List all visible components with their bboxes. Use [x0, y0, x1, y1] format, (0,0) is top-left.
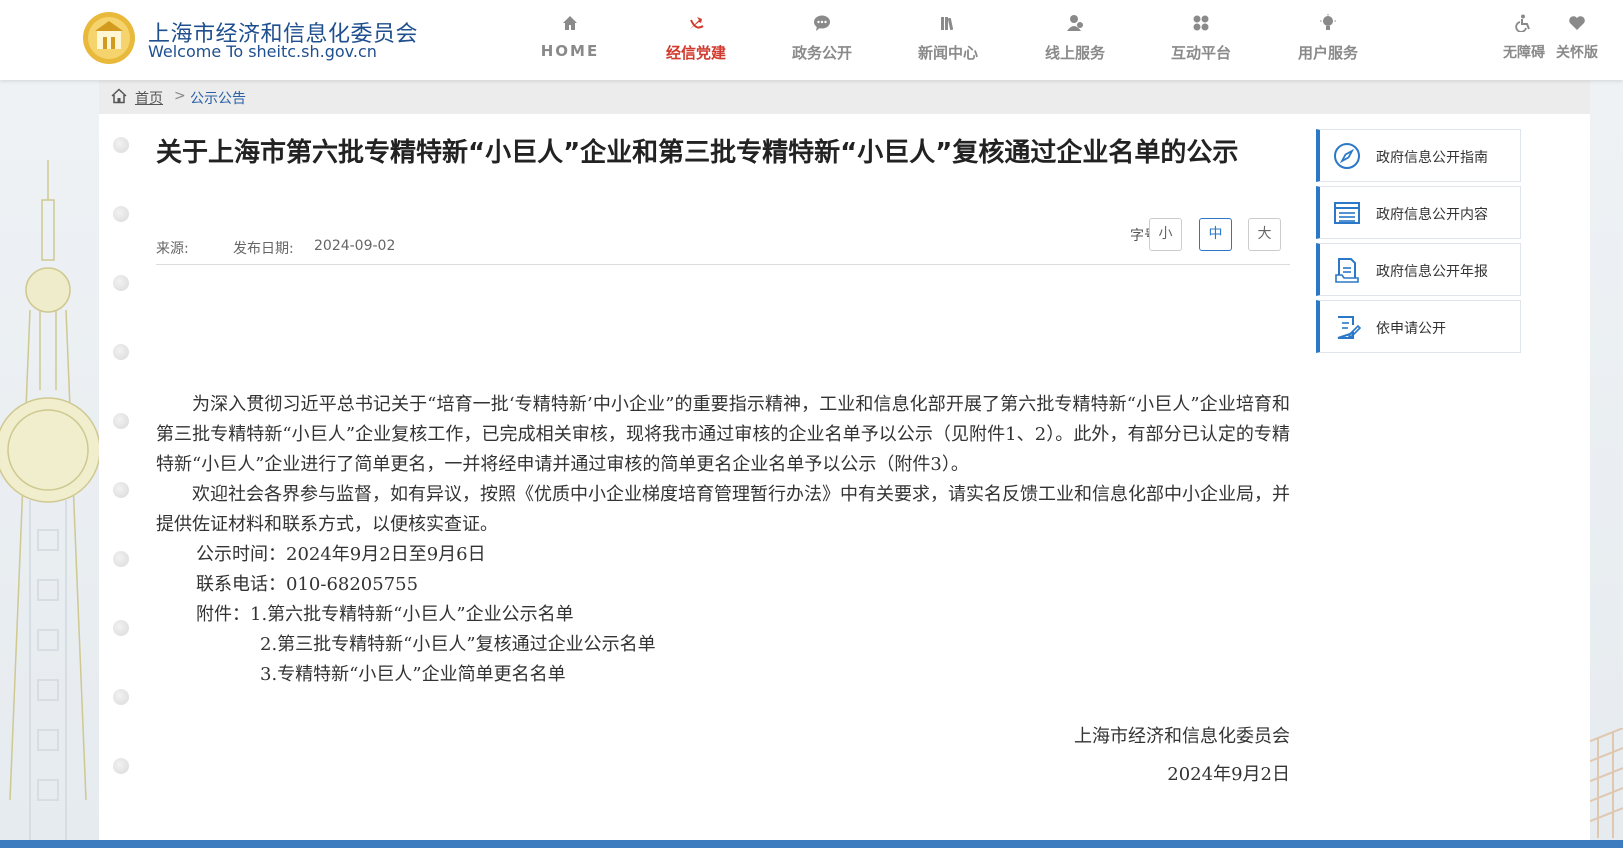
care-mode-button[interactable]: 关怀版 [1553, 14, 1601, 62]
breadcrumb-home-link[interactable]: 首页 [135, 88, 163, 108]
nav-party-label: 经信党建 [665, 44, 726, 62]
sidebar-item-guide[interactable]: 政府信息公开指南 [1316, 129, 1521, 182]
sidebar-item-label: 政府信息公开指南 [1376, 150, 1488, 166]
article-body: 为深入贯彻习近平总书记关于“培育一批‘专精特新’中小企业”的重要指示精神，工业和… [156, 390, 1290, 690]
home-icon [111, 88, 127, 104]
user-service-icon [1020, 14, 1130, 36]
breadcrumb-separator: > [174, 88, 186, 104]
nav-user-service[interactable]: 用户服务 [1273, 14, 1383, 63]
report-icon [1335, 258, 1359, 283]
apply-form-icon [1337, 316, 1361, 339]
books-icon [893, 14, 1003, 36]
compass-icon [1334, 143, 1360, 169]
font-size-small-button[interactable]: 小 [1149, 218, 1182, 251]
binder-ring [113, 275, 129, 291]
article-paragraph: 为深入贯彻习近平总书记关于“培育一批‘专精特新’中小企业”的重要指示精神，工业和… [156, 394, 1290, 475]
article-date-label: 发布日期: [233, 241, 294, 257]
heart-icon [1568, 16, 1586, 36]
wheelchair-icon [1515, 14, 1533, 36]
nav-home-label: HOME [540, 42, 600, 60]
nav-gov-affairs-label: 政务公开 [791, 44, 852, 62]
font-size-large-button[interactable]: 大 [1248, 218, 1281, 251]
binder-ring [113, 413, 129, 429]
nav-interaction[interactable]: 互动平台 [1146, 14, 1256, 63]
nav-user-service-label: 用户服务 [1297, 44, 1358, 62]
bulb-icon [1273, 14, 1383, 36]
nav-news-label: 新闻中心 [917, 44, 978, 62]
site-header: 上海市经济和信息化委员会 Welcome To sheitc.sh.gov.cn… [0, 0, 1623, 80]
article-source-label: 来源: [156, 241, 189, 257]
signature-date: 2024年9月2日 [1167, 764, 1290, 785]
nav-news[interactable]: 新闻中心 [893, 14, 1003, 63]
breadcrumb: 首页 > 公示公告 [99, 80, 1590, 114]
binder-ring [113, 551, 129, 567]
nav-online-service[interactable]: 线上服务 [1020, 14, 1130, 63]
article-date: 2024-09-02 [314, 238, 396, 254]
title-divider [156, 264, 1290, 265]
binder-ring [113, 758, 129, 774]
binder-ring [113, 344, 129, 360]
content-panel: 首页 > 公示公告 关于上海市第六批专精特新“小巨人”企业和第三批专精特新“小巨… [99, 80, 1590, 848]
article-title: 关于上海市第六批专精特新“小巨人”企业和第三批专精特新“小巨人”复核通过企业名单… [156, 138, 1239, 168]
sidebar-item-apply[interactable]: 依申请公开 [1316, 300, 1521, 353]
attachment-link-1[interactable]: 附件：1.第六批专精特新“小巨人”企业公示名单 [156, 600, 1290, 630]
sidebar-item-annual-report[interactable]: 政府信息公开年报 [1316, 243, 1521, 296]
city-emblem-logo[interactable] [80, 11, 138, 65]
party-emblem-icon [641, 14, 751, 36]
accessibility-button[interactable]: 无障碍 [1500, 14, 1548, 62]
care-mode-label: 关怀版 [1556, 45, 1598, 61]
chat-bubble-icon [767, 14, 877, 36]
home-icon [515, 14, 625, 36]
sidebar-item-content[interactable]: 政府信息公开内容 [1316, 186, 1521, 239]
interact-icon [1146, 14, 1256, 36]
contact-phone: 联系电话：010-68205755 [196, 574, 419, 595]
font-size-medium-button[interactable]: 中 [1199, 218, 1232, 251]
footer-edge [0, 840, 1623, 848]
sidebar-item-label: 政府信息公开年报 [1376, 264, 1488, 280]
pearl-tower-decoration [0, 160, 101, 848]
nav-interaction-label: 互动平台 [1170, 44, 1231, 62]
sidebar-item-label: 依申请公开 [1376, 321, 1446, 337]
list-icon [1334, 202, 1360, 224]
binder-ring [113, 137, 129, 153]
signature-org: 上海市经济和信息化委员会 [1074, 726, 1290, 747]
nav-online-service-label: 线上服务 [1044, 44, 1105, 62]
attachment-link-2[interactable]: 2.第三批专精特新“小巨人”复核通过企业公示名单 [156, 630, 1290, 660]
breadcrumb-current-link[interactable]: 公示公告 [190, 88, 246, 108]
site-name-en[interactable]: Welcome To sheitc.sh.gov.cn [148, 42, 377, 61]
binder-ring [113, 482, 129, 498]
nav-gov-affairs[interactable]: 政务公开 [767, 14, 877, 63]
binder-ring [113, 206, 129, 222]
accessibility-label: 无障碍 [1503, 45, 1545, 61]
article-paragraph: 欢迎社会各界参与监督，如有异议，按照《优质中小企业梯度培育管理暂行办法》中有关要… [156, 484, 1290, 535]
binder-ring [113, 620, 129, 636]
nav-home[interactable]: HOME [515, 14, 625, 60]
binder-ring [113, 689, 129, 705]
attachment-link-3[interactable]: 3.专精特新“小巨人”企业简单更名名单 [156, 660, 1290, 690]
notice-period: 公示时间：2024年9月2日至9月6日 [196, 544, 486, 565]
sidebar-item-label: 政府信息公开内容 [1376, 207, 1488, 223]
nav-party[interactable]: 经信党建 [641, 14, 751, 63]
